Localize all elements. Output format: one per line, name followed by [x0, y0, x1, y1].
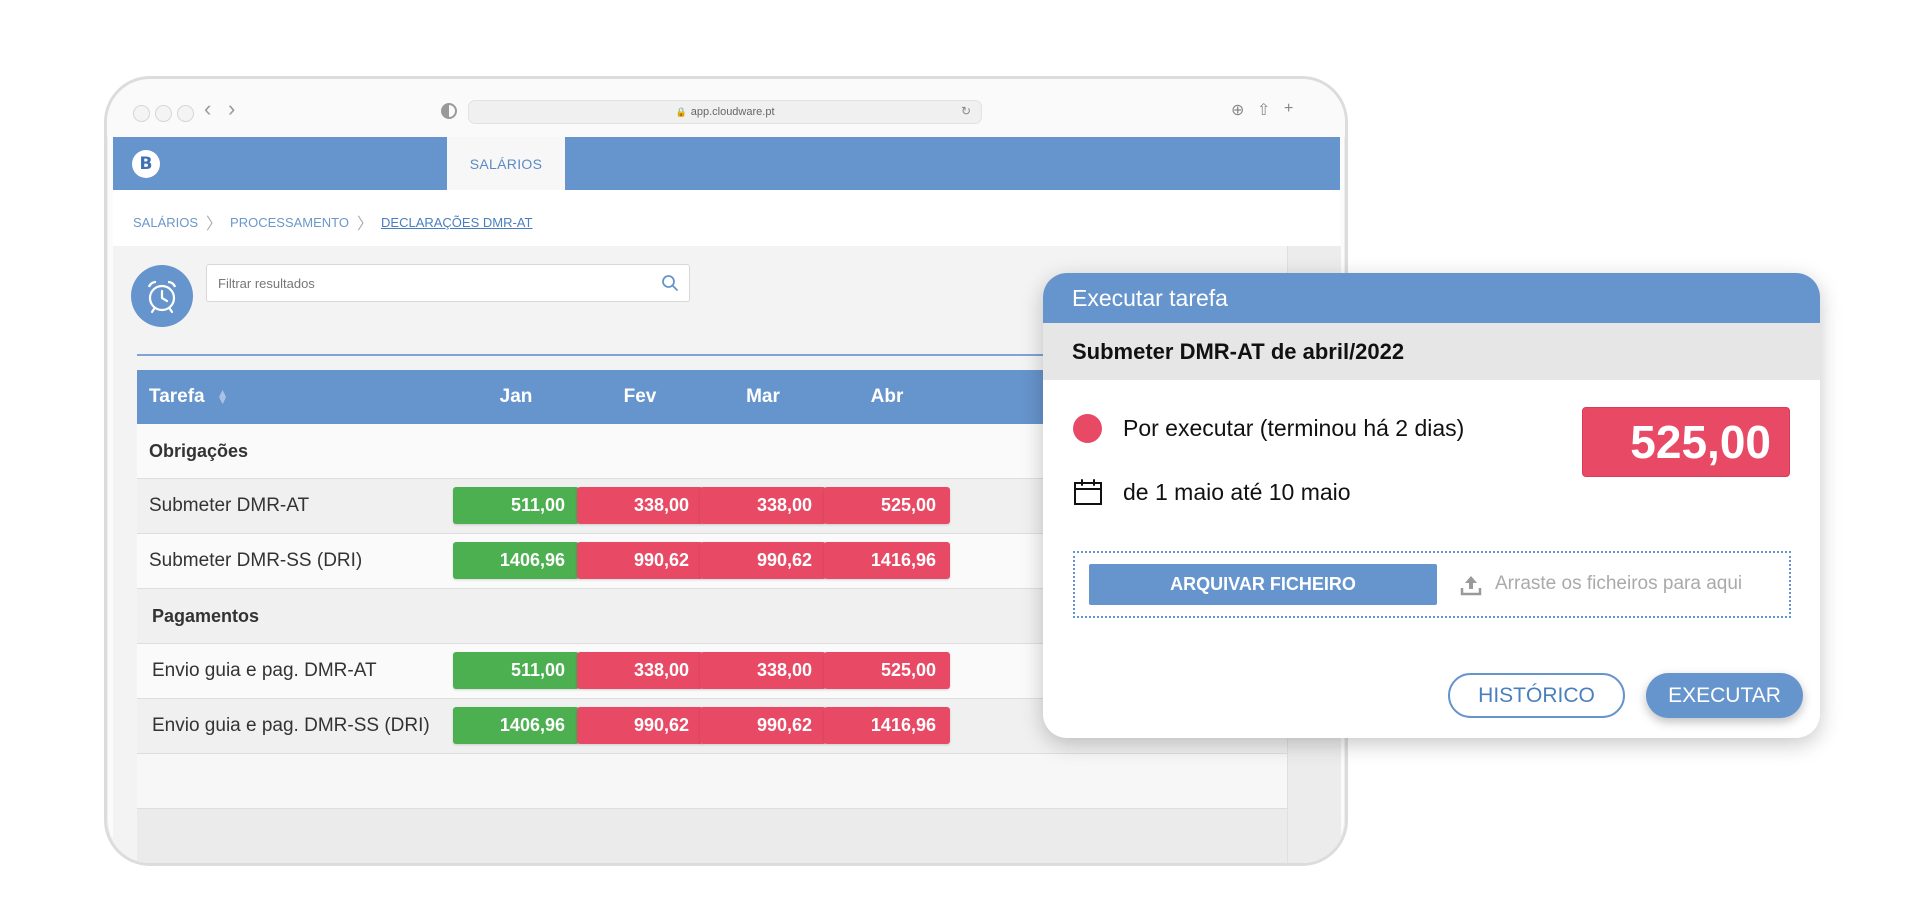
- value-cell-fev[interactable]: 338,00: [577, 487, 703, 524]
- task-name: Submeter DMR-AT: [149, 495, 310, 516]
- sort-icon[interactable]: ▲ ▼: [217, 387, 229, 406]
- breadcrumb: SALÁRIOS 〉 PROCESSAMENTO 〉 DECLARAÇÕES D…: [133, 210, 532, 234]
- period-text: de 1 maio até 10 maio: [1123, 479, 1351, 505]
- search-icon[interactable]: [661, 274, 679, 292]
- value-cell-jan[interactable]: 511,00: [453, 487, 579, 524]
- window-minimize-button[interactable]: [155, 105, 172, 122]
- calendar-icon: [1074, 479, 1102, 505]
- status-dot-icon: [1073, 414, 1102, 443]
- drop-hint-text: Arraste os ficheiros para aqui: [1495, 573, 1743, 594]
- execute-task-dialog: Executar tarefa Submeter DMR-AT de abril…: [1043, 273, 1820, 738]
- breadcrumb-item-processamento[interactable]: PROCESSAMENTO: [230, 215, 349, 230]
- history-button[interactable]: HISTÓRICO: [1448, 673, 1625, 718]
- window-zoom-button[interactable]: [177, 105, 194, 122]
- value-cell-jan[interactable]: 511,00: [453, 652, 579, 689]
- download-icon[interactable]: ⊕: [1231, 100, 1244, 120]
- column-header-abr: Abr: [870, 386, 904, 407]
- back-icon[interactable]: ‹: [204, 96, 211, 122]
- value-cell-jan[interactable]: 1406,96: [453, 542, 579, 579]
- lock-icon: 🔒: [675, 106, 687, 117]
- breadcrumb-separator-icon: 〉: [357, 216, 374, 233]
- group-label: Obrigações: [149, 440, 249, 461]
- forward-icon[interactable]: ›: [228, 96, 235, 122]
- value-cell-abr[interactable]: 525,00: [824, 487, 950, 524]
- table-row-empty: [137, 754, 1287, 809]
- dialog-subtitle: Submeter DMR-AT de abril/2022: [1043, 323, 1820, 380]
- value-cell-mar[interactable]: 990,62: [700, 707, 826, 744]
- breadcrumb-separator-icon: 〉: [206, 216, 223, 233]
- search-input[interactable]: [206, 264, 690, 302]
- value-cell-mar[interactable]: 990,62: [700, 542, 826, 579]
- window-close-button[interactable]: [133, 105, 150, 122]
- group-label: Pagamentos: [152, 605, 260, 626]
- reload-icon[interactable]: ↻: [961, 104, 971, 118]
- browser-toolbar: ‹ › 🔒 app.cloudware.pt ↻ ⊕ ⇧ +: [107, 79, 1345, 137]
- amount-badge: 525,00: [1582, 407, 1790, 477]
- status-text: Por executar (terminou há 2 dias): [1123, 415, 1465, 441]
- value-cell-abr[interactable]: 1416,96: [824, 707, 950, 744]
- value-cell-fev[interactable]: 990,62: [577, 542, 703, 579]
- column-header-jan: Jan: [499, 386, 533, 407]
- task-name: Envio guia e pag. DMR-SS (DRI): [152, 715, 430, 736]
- value-cell-abr[interactable]: 1416,96: [824, 542, 950, 579]
- task-name: Envio guia e pag. DMR-AT: [152, 660, 377, 681]
- column-header-mar: Mar: [746, 386, 780, 407]
- breadcrumb-item-declaracoes[interactable]: DECLARAÇÕES DMR-AT: [381, 215, 532, 230]
- url-text: app.cloudware.pt: [690, 106, 775, 118]
- value-cell-abr[interactable]: 525,00: [824, 652, 950, 689]
- value-cell-mar[interactable]: 338,00: [700, 652, 826, 689]
- breadcrumb-item-salarios[interactable]: SALÁRIOS: [133, 215, 198, 230]
- app-logo[interactable]: B: [132, 150, 160, 178]
- value-cell-mar[interactable]: 338,00: [700, 487, 826, 524]
- share-icon[interactable]: ⇧: [1257, 100, 1270, 120]
- table-footer: [137, 809, 1287, 863]
- column-header-tarefa[interactable]: Tarefa ▲ ▼: [149, 370, 349, 424]
- task-name: Submeter DMR-SS (DRI): [149, 550, 363, 571]
- app-header: B SALÁRIOS: [113, 137, 1340, 190]
- value-cell-jan[interactable]: 1406,96: [453, 707, 579, 744]
- alarm-clock-icon: [131, 265, 193, 327]
- column-header-fev: Fev: [623, 386, 657, 407]
- new-tab-icon[interactable]: +: [1284, 100, 1293, 118]
- tab-salarios[interactable]: SALÁRIOS: [447, 137, 565, 190]
- address-bar[interactable]: 🔒 app.cloudware.pt ↻: [468, 100, 982, 124]
- file-dropzone[interactable]: ARQUIVAR FICHEIRO Arraste os ficheiros p…: [1073, 551, 1791, 618]
- dialog-title: Executar tarefa: [1043, 273, 1820, 323]
- breadcrumb-bar: SALÁRIOS 〉 PROCESSAMENTO 〉 DECLARAÇÕES D…: [113, 190, 1340, 246]
- logo-letter: B: [139, 154, 153, 174]
- execute-button[interactable]: EXECUTAR: [1646, 673, 1803, 718]
- archive-file-button[interactable]: ARQUIVAR FICHEIRO: [1089, 564, 1437, 605]
- privacy-shield-icon[interactable]: [441, 103, 457, 119]
- value-cell-fev[interactable]: 990,62: [577, 707, 703, 744]
- upload-icon: [1460, 576, 1482, 596]
- value-cell-fev[interactable]: 338,00: [577, 652, 703, 689]
